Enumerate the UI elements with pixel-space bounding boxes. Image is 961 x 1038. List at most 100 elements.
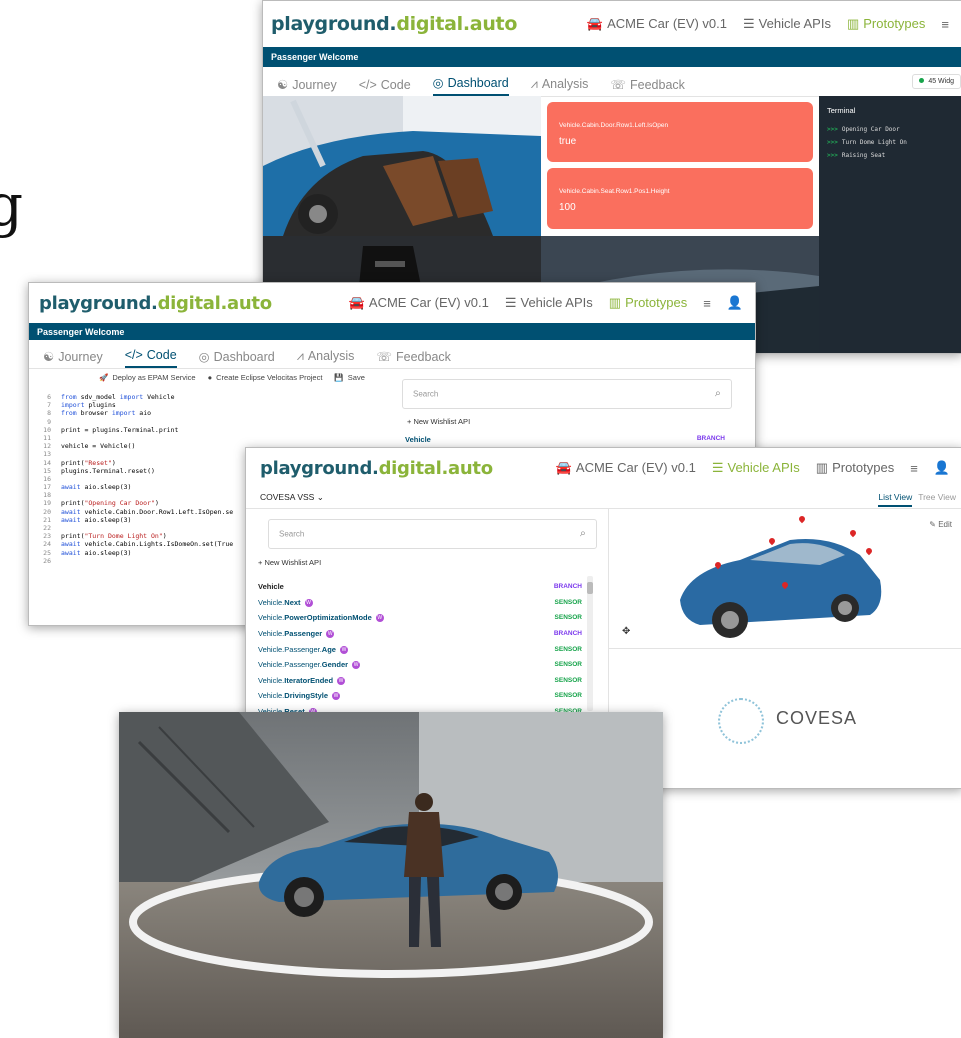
new-wishlist-api-button[interactable]: + New Wishlist API — [407, 417, 470, 426]
nav-car-model[interactable]: 🚘 ACME Car (EV) v0.1 — [349, 295, 489, 311]
code-line[interactable]: 8 from browser import aio — [29, 409, 389, 417]
list-view-toggle[interactable]: List View — [878, 492, 913, 507]
wishlist-badge-icon: W — [304, 598, 313, 607]
tab-journey[interactable]: ☯ Journey — [43, 349, 103, 368]
api-row[interactable]: Vehicle.Next W SENSOR — [258, 595, 582, 611]
tab-feedback[interactable]: ☏ Feedback — [376, 349, 451, 368]
nav-vehicle-apis[interactable]: ☰ Vehicle APIs — [743, 16, 831, 32]
nav-prototypes[interactable]: ▥ Prototypes — [609, 295, 687, 311]
nav-prototypes[interactable]: ▥ Prototypes — [847, 16, 925, 32]
user-icon[interactable]: 👤 — [727, 295, 743, 311]
code-text: await aio.sleep(3) — [61, 548, 132, 557]
save-button[interactable]: 💾 Save — [334, 373, 364, 382]
api-row[interactable]: Vehicle.PowerOptimizationMode W SENSOR — [258, 610, 582, 626]
tab-journey[interactable]: ☯ Journey — [277, 77, 337, 96]
view-switch: List View Tree View — [878, 492, 956, 507]
api-list-scrollbar[interactable] — [587, 576, 593, 711]
api-row[interactable]: Vehicle BRANCH — [258, 579, 582, 595]
chevron-down-icon: ⌄ — [316, 492, 324, 502]
code-line[interactable]: 9 — [29, 418, 389, 426]
tab-analysis[interactable]: ⩘ Analysis — [297, 349, 355, 368]
pencil-icon: ✎ — [929, 520, 936, 529]
tree-view-toggle[interactable]: Tree View — [918, 492, 956, 507]
wishlist-badge-icon: W — [326, 630, 335, 639]
move-handle-icon[interactable]: ✥ — [622, 626, 630, 637]
car-icon: 🚘 — [555, 460, 572, 475]
api-row[interactable]: Vehicle.Passenger.Gender W SENSOR — [258, 657, 582, 673]
edit-button[interactable]: ✎ Edit — [929, 520, 952, 529]
tab-code[interactable]: </> Code — [359, 78, 411, 96]
menu-icon[interactable]: ≡ — [941, 17, 949, 32]
brand-logo[interactable]: playground.digital.auto — [29, 293, 272, 314]
code-icon: </> — [124, 348, 143, 362]
tab-feedback[interactable]: ☏ Feedback — [610, 77, 685, 96]
slide-heading-fragment: g — [0, 171, 24, 239]
api-row[interactable]: Vehicle BRANCH — [405, 435, 725, 444]
code-text: from browser import aio — [61, 409, 152, 418]
api-row[interactable]: Vehicle.Passenger W BRANCH — [258, 626, 582, 642]
list-icon: ☰ — [743, 16, 755, 31]
api-row[interactable]: Vehicle.Passenger.Age W SENSOR — [258, 641, 582, 657]
code-line[interactable]: 11 — [29, 434, 389, 442]
user-icon[interactable]: 👤 — [934, 460, 950, 476]
code-text: vehicle = Vehicle() — [61, 442, 136, 451]
gauge-icon: ◎ — [198, 350, 210, 364]
brand-logo[interactable]: playground.digital.auto — [263, 13, 517, 35]
line-number: 14 — [43, 458, 51, 467]
feedback-icon: ☏ — [376, 350, 392, 364]
api-search-input[interactable]: Search ⌕ — [402, 379, 732, 409]
scrollbar-thumb — [587, 582, 593, 594]
code-line[interactable]: 7 import plugins — [29, 401, 389, 409]
velocitas-button[interactable]: ● Create Eclipse Velocitas Project — [208, 373, 323, 382]
code-text: print("Opening Car Door") — [61, 499, 159, 508]
brand-logo[interactable]: playground.digital.auto — [246, 458, 493, 479]
vss-version-select[interactable]: COVESA VSS ⌄ — [260, 492, 324, 503]
new-wishlist-api-button[interactable]: + New Wishlist API — [258, 558, 321, 567]
nav-car-model[interactable]: 🚘 ACME Car (EV) v0.1 — [587, 16, 727, 32]
nav-vehicle-apis[interactable]: ☰ Vehicle APIs — [505, 295, 593, 311]
api-row[interactable]: Vehicle.IteratorEnded W SENSOR — [258, 673, 582, 689]
deploy-button[interactable]: 🚀 Deploy as EPAM Service — [99, 373, 196, 382]
tab-dashboard[interactable]: ◎ Dashboard — [199, 349, 275, 368]
api-search-input[interactable]: Search ⌕ — [268, 519, 597, 549]
line-number: 21 — [43, 515, 51, 524]
code-icon: </> — [358, 78, 377, 92]
code-text: print = plugins.Terminal.print — [61, 425, 179, 434]
api-path-prefix: Vehicle.Passenger. — [258, 644, 322, 654]
api-leaf-name: PowerOptimizationMode — [284, 613, 372, 623]
api-leaf-name: IteratorEnded — [284, 675, 334, 685]
menu-icon[interactable]: ≡ — [910, 461, 918, 476]
nav-car-model[interactable]: 🚘 ACME Car (EV) v0.1 — [556, 460, 696, 476]
terminal-widget: Terminal >>> Opening Car Door >>> Turn Dom… — [819, 96, 961, 353]
tab-dashboard[interactable]: ◎ Dashboard — [432, 75, 509, 96]
code-text: await vehicle.Cabin.Door.Row1.Left.IsOpe… — [61, 507, 234, 516]
line-number: 11 — [43, 433, 51, 442]
3d-scene-image — [119, 712, 663, 1038]
api-row[interactable]: Vehicle.DrivingStyle W SENSOR — [258, 688, 582, 704]
line-number: 17 — [43, 483, 51, 492]
nav-vehicle-apis[interactable]: ☰ Vehicle APIs — [712, 460, 800, 476]
vehicle-model-image — [680, 539, 882, 638]
api-leaf-name: Next — [284, 597, 301, 607]
api-path-prefix: Vehicle. — [258, 613, 285, 623]
api-name: Vehicle.Passenger.Gender W — [258, 660, 555, 670]
api-type-badge: SENSOR — [554, 614, 582, 622]
library-icon: ▥ — [846, 16, 860, 31]
wishlist-badge-icon: W — [339, 645, 348, 654]
search-icon: ⌕ — [714, 387, 721, 400]
nav-prototypes[interactable]: ▥ Prototypes — [816, 460, 894, 476]
chart-line-icon: ⩘ — [530, 77, 538, 91]
library-icon: ▥ — [815, 460, 829, 475]
code-line[interactable]: 10 print = plugins.Terminal.print — [29, 426, 389, 434]
tab-code[interactable]: </> Code — [124, 348, 177, 368]
code-line[interactable]: 6 from sdv_model import Vehicle — [29, 393, 389, 401]
menu-icon[interactable]: ≡ — [703, 296, 711, 311]
widget-count-badge[interactable]: 45 Widg — [912, 74, 961, 89]
line-number: 9 — [47, 417, 51, 426]
tab-analysis[interactable]: ⩘ Analysis — [531, 77, 589, 96]
widget-seat-height: Vehicle.Cabin.Seat.Row1.Pos1.Height 100 — [547, 168, 813, 229]
code-text: await vehicle.Cabin.Lights.IsDomeOn.set(… — [61, 540, 234, 549]
code-text: print("Turn Dome Light On") — [61, 532, 167, 541]
top-nav: 🚘 ACME Car (EV) v0.1 ☰ Vehicle APIs ▥ Proto… — [587, 16, 961, 32]
covesa-logo: COVESA — [776, 708, 858, 728]
